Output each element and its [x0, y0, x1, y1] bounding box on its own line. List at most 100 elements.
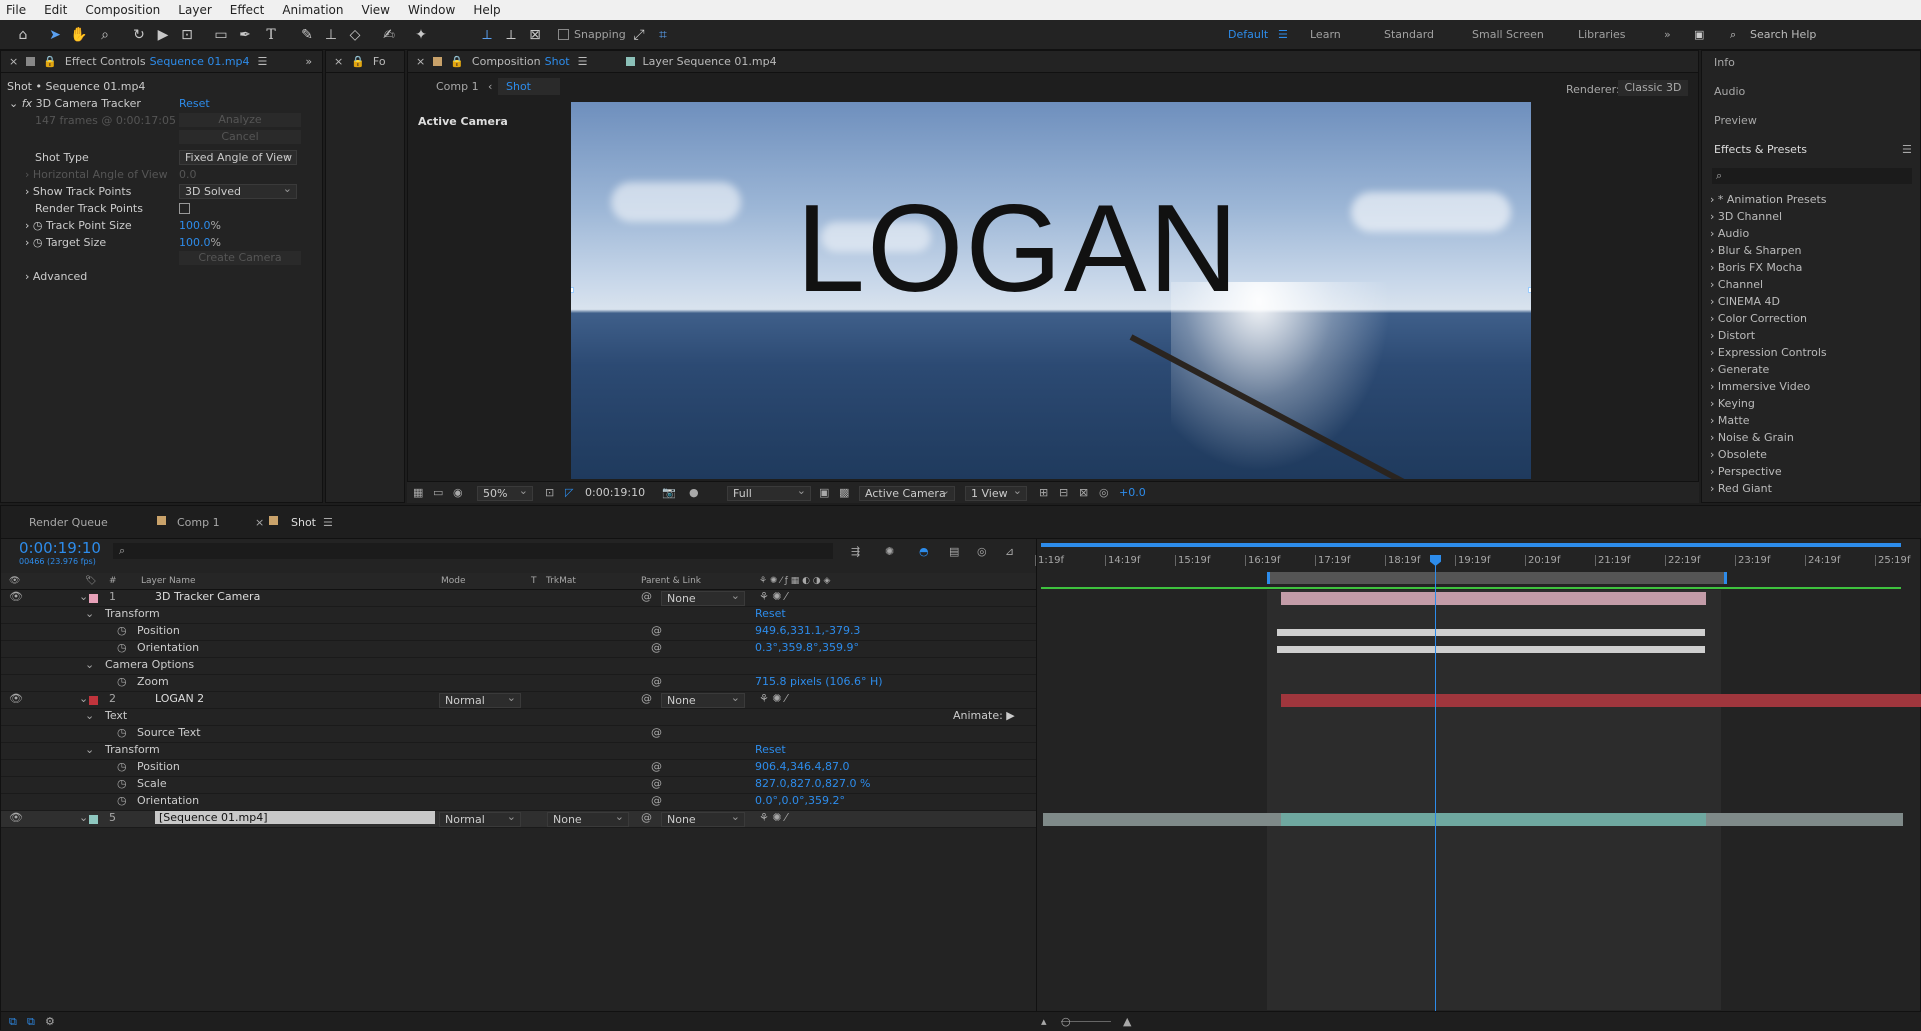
roto-brush-icon[interactable]: ✍ — [380, 26, 398, 44]
search-help-input[interactable]: Search Help — [1750, 28, 1816, 41]
animate-button[interactable]: Animate: ▶ — [953, 709, 1015, 722]
audio-panel[interactable]: Audio — [1714, 83, 1745, 100]
clone-stamp-icon[interactable]: ⊥ — [322, 26, 340, 44]
tab-comp1[interactable]: Comp 1 — [177, 516, 220, 529]
effect-header[interactable]: ⌄ fx 3D Camera Tracker — [9, 95, 141, 112]
effects-category[interactable]: › Noise & Grain — [1710, 429, 1910, 446]
workspace-standard[interactable]: Standard — [1384, 28, 1434, 41]
property-row[interactable]: ◷ Source Text @ — [1, 726, 1036, 743]
layer-name[interactable]: 3D Tracker Camera — [155, 590, 260, 603]
layer-bar[interactable] — [1281, 592, 1706, 605]
workspace-libraries[interactable]: Libraries — [1578, 28, 1626, 41]
frame-blending-icon[interactable]: ▤ — [949, 545, 959, 558]
property-row[interactable]: ⌄ Transform Reset — [1, 743, 1036, 760]
composition-tab[interactable]: Composition — [472, 55, 541, 68]
parent-select[interactable]: None — [661, 691, 745, 708]
effects-category[interactable]: › Expression Controls — [1710, 344, 1910, 361]
crumb-comp1[interactable]: Comp 1 — [436, 78, 479, 95]
secondary-tab[interactable]: Fo — [373, 55, 386, 68]
menu-help[interactable]: Help — [473, 3, 500, 17]
property-value[interactable]: 906.4,346.4,87.0 — [755, 760, 849, 773]
layer-handle[interactable] — [1528, 287, 1531, 293]
draft-3d-icon[interactable]: ✺ — [885, 545, 894, 558]
panels-icon[interactable]: ▣ — [1694, 28, 1704, 41]
property-name[interactable]: Camera Options — [105, 658, 194, 671]
snap-icon[interactable]: ⤢ — [630, 26, 648, 44]
pickwhip-icon[interactable]: @ — [651, 794, 662, 807]
property-value[interactable]: Reset — [755, 743, 786, 756]
show-track-select[interactable]: 3D Solved — [179, 182, 297, 199]
camera-tool-icon[interactable]: ▶ — [154, 26, 172, 44]
rotate-tool-icon[interactable]: ↻ — [130, 26, 148, 44]
layer-bar[interactable] — [1043, 813, 1903, 826]
track-point-size-label[interactable]: › ◷ Track Point Size — [25, 217, 132, 234]
property-row[interactable]: ⌄ Transform Reset — [1, 607, 1036, 624]
snapping-checkbox[interactable] — [558, 29, 569, 40]
eye-icon[interactable]: 👁 — [9, 692, 23, 705]
label-color[interactable] — [89, 815, 98, 824]
close-icon[interactable]: × — [334, 55, 343, 68]
exposure-value[interactable]: +0.0 — [1119, 486, 1146, 499]
property-name[interactable]: Transform — [105, 607, 160, 620]
logan-text[interactable]: LOGAN — [796, 187, 1240, 311]
puppet-pin-icon[interactable]: ✦ — [412, 26, 430, 44]
expand-icon[interactable]: ◷ — [117, 760, 127, 773]
target-size-label[interactable]: › ◷ Target Size — [25, 234, 106, 251]
show-track-label[interactable]: › Show Track Points — [25, 183, 131, 200]
property-row[interactable]: ◷ Position @949.6,331.1,-379.3 — [1, 624, 1036, 641]
toggle-modes-icon[interactable]: ⧉ — [27, 1015, 35, 1029]
expand-icon[interactable]: ◷ — [117, 726, 127, 739]
property-name[interactable]: Orientation — [137, 794, 199, 807]
time-ruler[interactable]: 1:19f 14:19f 15:19f 16:19f 17:19f 18:19f 19:19… — [1035, 549, 1917, 569]
toggle-switches-icon[interactable]: ⧉ — [9, 1015, 17, 1029]
parent-select[interactable]: None — [661, 810, 745, 827]
expand-icon[interactable]: ⌄ — [79, 811, 88, 824]
property-row[interactable]: ⌄ Text Animate: ▶ — [1, 709, 1036, 726]
lock-icon[interactable]: 🔒 — [351, 55, 365, 68]
property-name[interactable]: Position — [137, 760, 180, 773]
property-value[interactable]: 715.8 pixels (106.6° H) — [755, 675, 883, 688]
property-value[interactable]: Reset — [755, 607, 786, 620]
expand-icon[interactable]: ◷ — [117, 675, 127, 688]
effects-category[interactable]: › Perspective — [1710, 463, 1910, 480]
menu-effect[interactable]: Effect — [230, 3, 265, 17]
analyze-button[interactable]: Analyze — [179, 113, 301, 127]
workspace-menu-icon[interactable]: ☰ — [1278, 28, 1288, 41]
work-area-bar[interactable] — [1041, 543, 1901, 547]
tab-render-queue[interactable]: Render Queue — [29, 516, 108, 529]
menu-animation[interactable]: Animation — [282, 3, 343, 17]
property-name[interactable]: Position — [137, 624, 180, 637]
effects-search-input[interactable]: ⌕ — [1712, 168, 1912, 184]
workspace-small-screen[interactable]: Small Screen — [1472, 28, 1544, 41]
local-axis-icon[interactable]: ⟂ — [478, 26, 496, 44]
expand-icon[interactable]: ⌄ — [85, 709, 94, 722]
graph-editor-icon[interactable]: ⊿ — [1005, 545, 1014, 558]
eye-icon[interactable]: 👁 — [9, 811, 23, 824]
property-value[interactable]: 827.0,827.0,827.0 % — [755, 777, 870, 790]
work-area-range[interactable] — [1267, 572, 1727, 584]
pickwhip-icon[interactable]: @ — [651, 675, 662, 688]
workspace-default[interactable]: Default — [1228, 28, 1268, 41]
effects-category[interactable]: › Channel — [1710, 276, 1910, 293]
rectangle-tool-icon[interactable]: ▭ — [212, 26, 230, 44]
lock-icon[interactable]: 🔒 — [43, 55, 57, 68]
pickwhip-icon[interactable]: @ — [651, 624, 662, 637]
label-color[interactable] — [89, 696, 98, 705]
close-icon[interactable]: × — [255, 516, 264, 529]
expand-icon[interactable]: ⌄ — [79, 590, 88, 603]
playhead-line[interactable] — [1435, 556, 1436, 1016]
snapshot-icon[interactable]: 📷 — [662, 486, 676, 499]
expand-icon[interactable]: ◷ — [117, 641, 127, 654]
property-value[interactable]: 0.0°,0.0°,359.2° — [755, 794, 845, 807]
tab-menu-icon[interactable]: ☰ — [323, 516, 333, 529]
renderer-select[interactable]: Classic 3D — [1618, 80, 1688, 96]
property-row[interactable]: ◷ Orientation @0.3°,359.8°,359.9° — [1, 641, 1036, 658]
zoom-select[interactable]: 50% — [477, 484, 533, 501]
property-name[interactable]: Source Text — [137, 726, 201, 739]
switch-icons[interactable]: ⚘ ✺ ⁄ — [759, 590, 787, 603]
effects-presets-title[interactable]: Effects & Presets — [1714, 141, 1807, 158]
effects-category[interactable]: › Color Correction — [1710, 310, 1910, 327]
home-icon[interactable]: ⌂ — [14, 26, 32, 44]
region-icon[interactable]: ◸ — [565, 486, 573, 499]
world-axis-icon[interactable]: ⟂ — [502, 26, 520, 44]
